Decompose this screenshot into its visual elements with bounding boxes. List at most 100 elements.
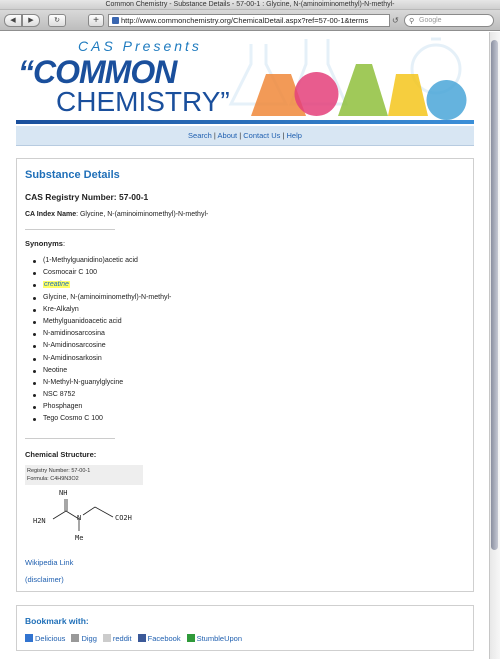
structure-info-box: Registry Number: 57-00-1 Formula: C4H9N3…	[25, 465, 143, 485]
nav-separator: |	[282, 131, 285, 140]
back-arrow-icon: ◀	[10, 17, 16, 24]
site-favicon-icon	[112, 17, 119, 24]
cas-presents-text: CAS Presents	[78, 38, 202, 54]
flask-4	[426, 80, 467, 120]
scrollbar-thumb[interactable]	[491, 40, 498, 550]
synonym-item: Phosphagen	[33, 401, 171, 413]
synonym-text: (1-Methylguanidino)acetic acid	[43, 257, 138, 264]
bookmark-stumbleupon-link[interactable]: StumbleUpon	[186, 634, 243, 643]
synonym-item: Methylguanidoacetic acid	[33, 316, 171, 328]
registry-number: CAS Registry Number: 57-00-1	[25, 192, 149, 202]
nav-search-link[interactable]: Search	[188, 131, 212, 140]
synonym-text: creatine	[43, 281, 70, 289]
structure-registry: Registry Number: 57-00-1	[27, 468, 91, 474]
synonyms-label: Synonyms	[25, 239, 63, 248]
synonym-text: Glycine, N-(aminoiminomethyl)-N-methyl-	[43, 293, 172, 301]
synonym-text: Kre-Alkalyn	[43, 305, 79, 313]
logo-chemistry: CHEMISTRY”	[56, 86, 230, 117]
reload-button[interactable]: ↻	[48, 14, 66, 27]
stumbleupon-icon	[186, 634, 195, 642]
reload-icon: ↻	[54, 17, 60, 24]
bookmark-panel: Bookmark with: Delicious Digg reddit Facebo…	[16, 605, 474, 651]
bookmark-digg-link[interactable]: Digg	[71, 634, 97, 643]
synonym-text: Phosphagen	[43, 403, 83, 411]
substance-details-panel: Substance Details CAS Registry Number: 5…	[16, 158, 474, 592]
bookmark-delicious-link[interactable]: Delicious	[25, 634, 65, 643]
atom-me: Me	[75, 534, 83, 542]
atom-nh: NH	[59, 489, 67, 497]
atom-co2h: CO2H	[115, 514, 132, 522]
synonym-text: Cosmocair C 100	[43, 269, 98, 277]
banner-divider	[16, 120, 474, 124]
synonym-item: N-Amidinosarkosin	[33, 353, 171, 365]
nav-separator: |	[239, 131, 242, 140]
site-nav: Search | About | Contact Us | Help	[16, 126, 474, 146]
synonym-item: Neotine	[33, 365, 171, 377]
synonym-item: N-amidinosarcosina	[33, 328, 171, 340]
synonym-item: Glycine, N-(aminoiminomethyl)-N-methyl-	[33, 292, 171, 304]
forward-arrow-icon: ▶	[28, 17, 34, 24]
reddit-icon	[102, 634, 111, 642]
plus-icon: +	[93, 15, 99, 26]
synonym-text: NSC 8752	[43, 391, 76, 399]
bookmark-reddit-link[interactable]: reddit	[102, 634, 132, 643]
forward-button[interactable]: ▶	[22, 14, 40, 27]
atom-n: N	[77, 514, 81, 522]
synonym-item: NSC 8752	[33, 389, 171, 401]
synonyms-colon: :	[62, 239, 66, 248]
synonym-item: N-Methyl-N-guanylglycine	[33, 377, 171, 389]
divider	[25, 438, 115, 439]
bookmark-facebook-link[interactable]: Facebook	[137, 634, 181, 643]
atom-h2n: H2N	[33, 517, 46, 525]
synonyms-list: (1-Methylguanidino)acetic acid Cosmocair …	[33, 255, 171, 426]
synonym-item: Tego Cosmo C 100	[33, 413, 171, 425]
synonym-text: Tego Cosmo C 100	[43, 415, 103, 423]
address-reload-icon[interactable]: ↺	[392, 16, 399, 25]
delicious-icon	[25, 634, 33, 642]
digg-icon	[71, 634, 80, 642]
search-icon: ⚲	[409, 18, 415, 25]
bookmark-label: reddit	[112, 634, 132, 643]
nav-contact-link[interactable]: Contact Us	[243, 131, 280, 140]
back-button[interactable]: ◀	[4, 14, 22, 27]
add-bookmark-button[interactable]: +	[88, 14, 104, 27]
synonym-text: Methylguanidoacetic acid	[43, 317, 122, 325]
synonym-item: creatine	[33, 279, 171, 291]
synonym-text: Neotine	[43, 366, 68, 374]
address-url: http://www.commonchemistry.org/ChemicalD…	[121, 16, 369, 25]
structure-diagram: NH H2N N Me CO2H	[33, 489, 132, 542]
nav-help-link[interactable]: Help	[287, 131, 302, 140]
synonym-text: N-Methyl-N-guanylglycine	[43, 378, 124, 386]
structure-formula: Formula: C4H9N3O2	[27, 476, 79, 482]
chemical-structure-heading: Chemical Structure:	[25, 450, 97, 459]
nav-about-link[interactable]: About	[218, 131, 238, 140]
bookmark-heading: Bookmark with:	[25, 616, 89, 626]
synonym-text: N-Amidinosarkosin	[43, 354, 102, 362]
ca-index-name-label: CA Index Name	[25, 211, 77, 218]
search-input[interactable]: ⚲ Google	[404, 14, 494, 27]
synonym-text: N-amidinosarcosina	[43, 330, 105, 338]
divider	[25, 229, 115, 230]
browser-toolbar: ◀ ▶ ↻ + http://www.commonchemistry.org/C…	[0, 10, 500, 31]
bookmark-label: StumbleUpon	[196, 634, 243, 643]
address-bar[interactable]: http://www.commonchemistry.org/ChemicalD…	[108, 14, 390, 27]
page-title: Substance Details	[25, 169, 120, 181]
nav-separator: |	[213, 131, 216, 140]
facebook-icon	[137, 634, 146, 642]
ca-index-name: CA Index Name: Glycine, N-(aminoiminomet…	[25, 211, 208, 218]
synonym-item: N-Amidinosarcosine	[33, 340, 171, 352]
wikipedia-link[interactable]: Wikipedia Link	[25, 558, 73, 567]
synonym-text: N-Amidinosarcosine	[43, 342, 106, 350]
ca-index-name-value: : Glycine, N-(aminoiminomethyl)-N-methyl…	[76, 211, 209, 218]
flask-1	[294, 72, 339, 116]
bookmark-links: Delicious Digg reddit Facebook StumbleUpon	[25, 634, 248, 643]
search-placeholder: Google	[419, 17, 442, 24]
bookmark-label: Facebook	[147, 634, 181, 643]
synonym-item: (1-Methylguanidino)acetic acid	[33, 255, 171, 267]
synonym-item: Kre-Alkalyn	[33, 304, 171, 316]
disclaimer-link[interactable]: (disclaimer)	[25, 575, 64, 584]
site-banner: CAS Presents “COMMON CHEMISTRY”	[16, 34, 474, 124]
synonym-item: Cosmocair C 100	[33, 267, 171, 279]
window-title: Common Chemistry - Substance Details - 5…	[0, 0, 500, 10]
synonyms-heading: Synonyms:	[25, 239, 65, 248]
